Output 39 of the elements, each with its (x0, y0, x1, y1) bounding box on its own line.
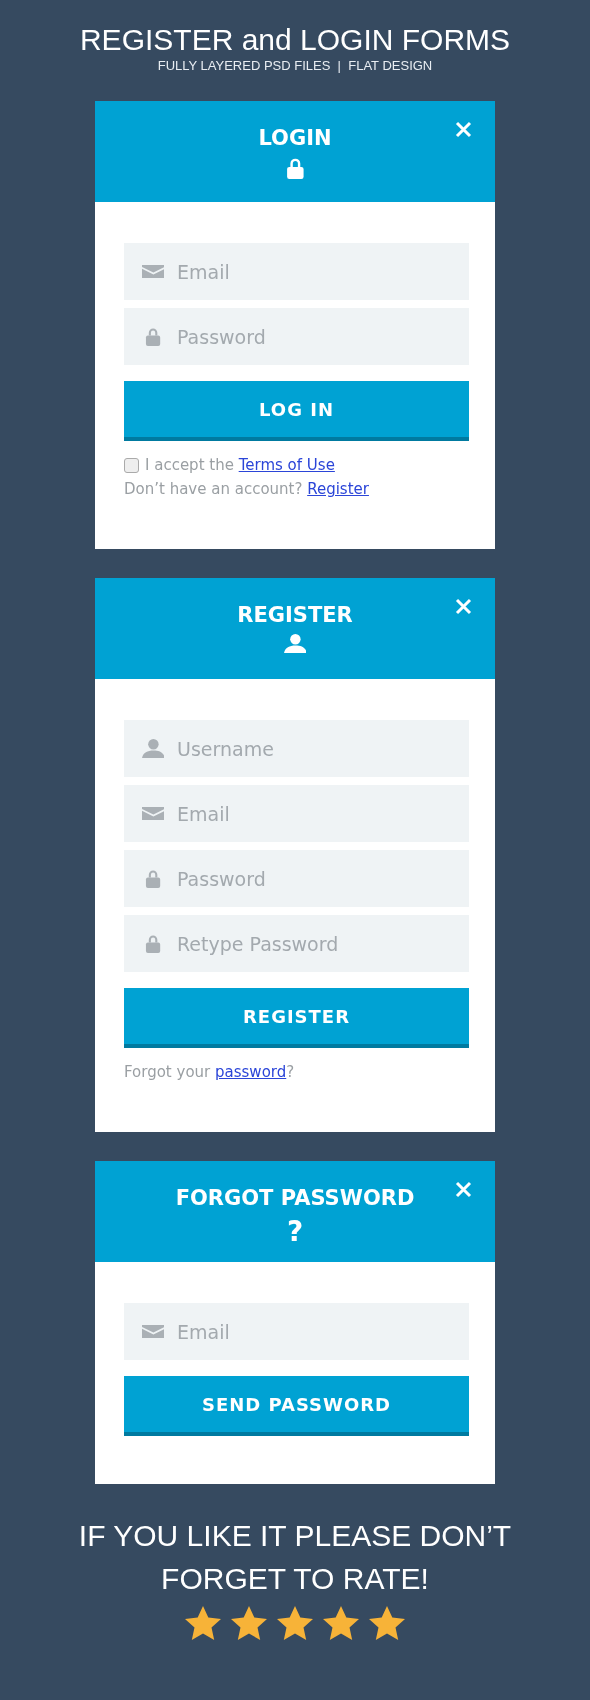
star-icon (277, 1606, 313, 1641)
question-icon: ? (286, 1217, 304, 1247)
close-icon[interactable] (455, 598, 472, 615)
star-icon (369, 1606, 405, 1641)
envelope-icon (141, 806, 165, 821)
close-icon[interactable] (455, 121, 472, 138)
text-link[interactable]: password (215, 1063, 287, 1081)
input-field[interactable]: Password (124, 308, 469, 365)
rating-message: IF YOU LIKE IT PLEASE DON’T (78, 1518, 512, 1554)
lock-icon (144, 869, 162, 888)
form-title: FORGOT PASSWORD (175, 1185, 415, 1211)
footer-text: Forgot your password? (124, 1063, 295, 1081)
input-field[interactable]: Email (124, 785, 469, 842)
footer-text: I accept the Terms of Use (145, 456, 335, 474)
input-field[interactable]: Password (124, 850, 469, 907)
page-subtitle: FULLY LAYERED PSD FILES | FLAT DESIGN (157, 58, 433, 74)
lock-icon (285, 157, 305, 179)
page-title: REGISTER and LOGIN FORMS (79, 22, 511, 58)
user-icon (141, 739, 165, 758)
input-field[interactable]: Username (124, 720, 469, 777)
form-title: LOGIN (258, 125, 332, 151)
close-icon[interactable] (455, 1181, 472, 1198)
input-field[interactable]: Email (124, 243, 469, 300)
text-link[interactable]: Terms of Use (238, 456, 335, 474)
star-icon (185, 1606, 221, 1641)
input-field[interactable]: Email (124, 1303, 469, 1360)
footer-text: Don’t have an account? Register (124, 480, 369, 498)
envelope-icon (141, 264, 165, 279)
text-link[interactable]: Register (307, 480, 369, 498)
star-icon (231, 1606, 267, 1641)
checkbox[interactable] (124, 457, 139, 473)
user-icon (283, 634, 307, 653)
envelope-icon (141, 1324, 165, 1339)
lock-icon (144, 934, 162, 953)
star-icon (323, 1606, 359, 1641)
lock-icon (144, 327, 162, 346)
input-field[interactable]: Retype Password (124, 915, 469, 972)
rating-message: FORGET TO RATE! (161, 1561, 429, 1597)
form-title: REGISTER (237, 602, 353, 628)
